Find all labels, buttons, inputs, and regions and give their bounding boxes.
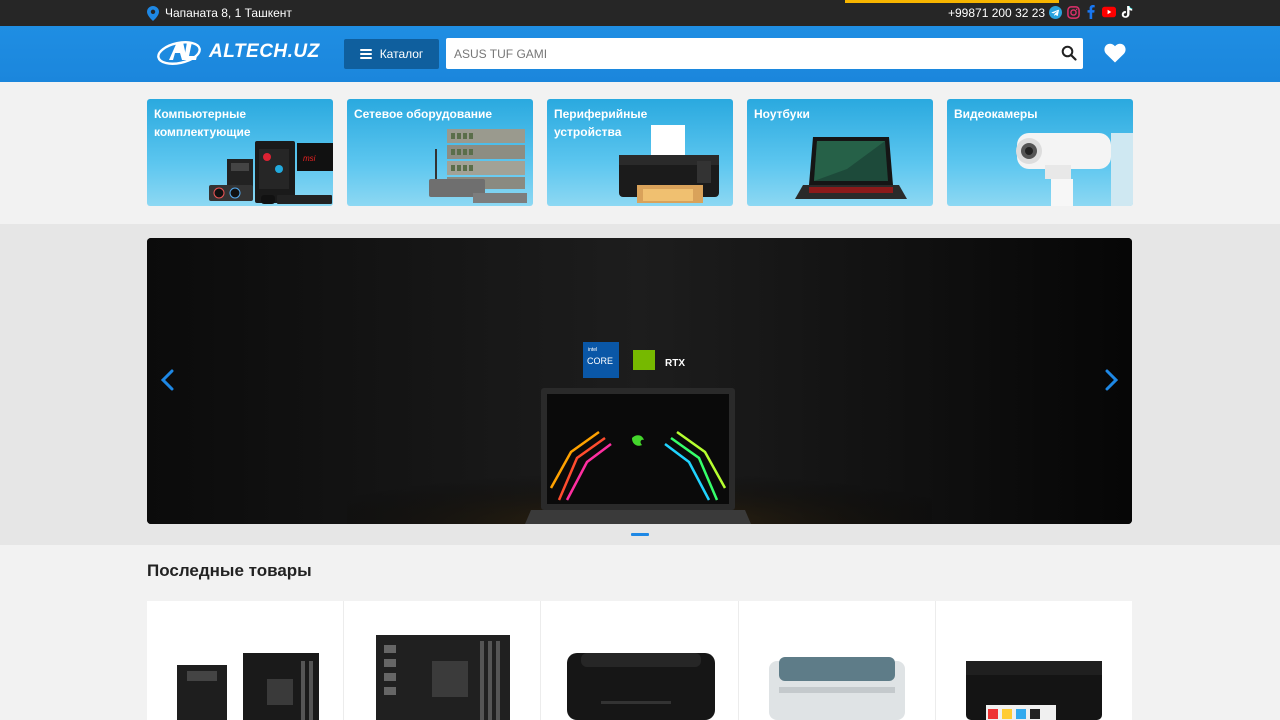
slider-prev-arrow-icon[interactable] [159,368,175,392]
wishlist-heart-icon[interactable] [1104,43,1126,63]
product-card[interactable] [344,601,541,720]
category-label: Компьютерные комплектующие [154,107,251,139]
top-accent-line [845,0,1059,3]
motherboard-image [376,635,511,720]
svg-text:intel: intel [588,347,597,353]
category-strip: msi Компьютерные комплектующие Сетевое о… [0,82,1280,224]
laser-printer-image [567,653,716,720]
category-label: Периферийные устройства [554,107,648,139]
logo-mark-icon [157,41,201,65]
search-input[interactable] [446,38,1036,69]
address[interactable]: Чапаната 8, 1 Ташкент [147,5,292,21]
motherboard-image [177,653,319,720]
social-links [1048,5,1134,19]
menu-icon [359,49,372,59]
facebook-icon[interactable] [1084,5,1098,19]
svg-text:RTX: RTX [665,358,685,369]
phone-number[interactable]: +99871 200 32 23 [948,6,1045,20]
product-card[interactable] [147,601,344,720]
product-card[interactable] [541,601,738,720]
category-card-peripherals[interactable]: Периферийные устройства [547,99,733,206]
laser-printer-image [768,657,905,720]
category-card-laptops[interactable]: Ноутбуки [747,99,933,206]
category-label: Видеокамеры [954,107,1038,121]
search-bar [446,38,1083,69]
address-text: Чапаната 8, 1 Ташкент [165,6,292,20]
top-bar: Чапаната 8, 1 Ташкент +99871 200 32 23 [0,0,1280,26]
slider-dot-active[interactable] [631,533,649,536]
catalog-button[interactable]: Каталог [344,39,439,69]
laptop-banner-image: intel CORE RTX [147,238,1132,524]
product-card[interactable] [935,601,1133,720]
svg-text:msi: msi [303,154,316,163]
product-card[interactable] [738,601,935,720]
category-label: Сетевое оборудование [354,107,493,121]
youtube-icon[interactable] [1102,5,1116,19]
category-label: Ноутбуки [754,107,810,121]
inkjet-printer-image [965,661,1102,720]
svg-text:CORE: CORE [587,356,613,366]
logo-text: ALTECH.UZ [209,41,320,62]
latest-products-title: Последные товары [147,561,312,580]
tiktok-icon[interactable] [1120,5,1134,19]
telegram-icon[interactable] [1048,5,1062,19]
instagram-icon[interactable] [1066,5,1080,19]
search-icon[interactable] [1061,45,1077,61]
catalog-label: Каталог [379,47,424,61]
category-card-network-equipment[interactable]: Сетевое оборудование [347,99,533,206]
product-list [147,601,1133,720]
category-card-video-cameras[interactable]: Видеокамеры [947,99,1133,206]
category-card-computer-components[interactable]: msi Компьютерные комплектующие [147,99,333,206]
hero-slider: intel CORE RTX [0,224,1280,545]
site-logo[interactable]: ALTECH.UZ [157,36,320,68]
slide-banner[interactable]: intel CORE RTX [147,238,1132,524]
main-header: ALTECH.UZ Каталог [0,26,1280,82]
slider-next-arrow-icon[interactable] [1104,368,1120,392]
location-pin-icon [147,5,159,21]
